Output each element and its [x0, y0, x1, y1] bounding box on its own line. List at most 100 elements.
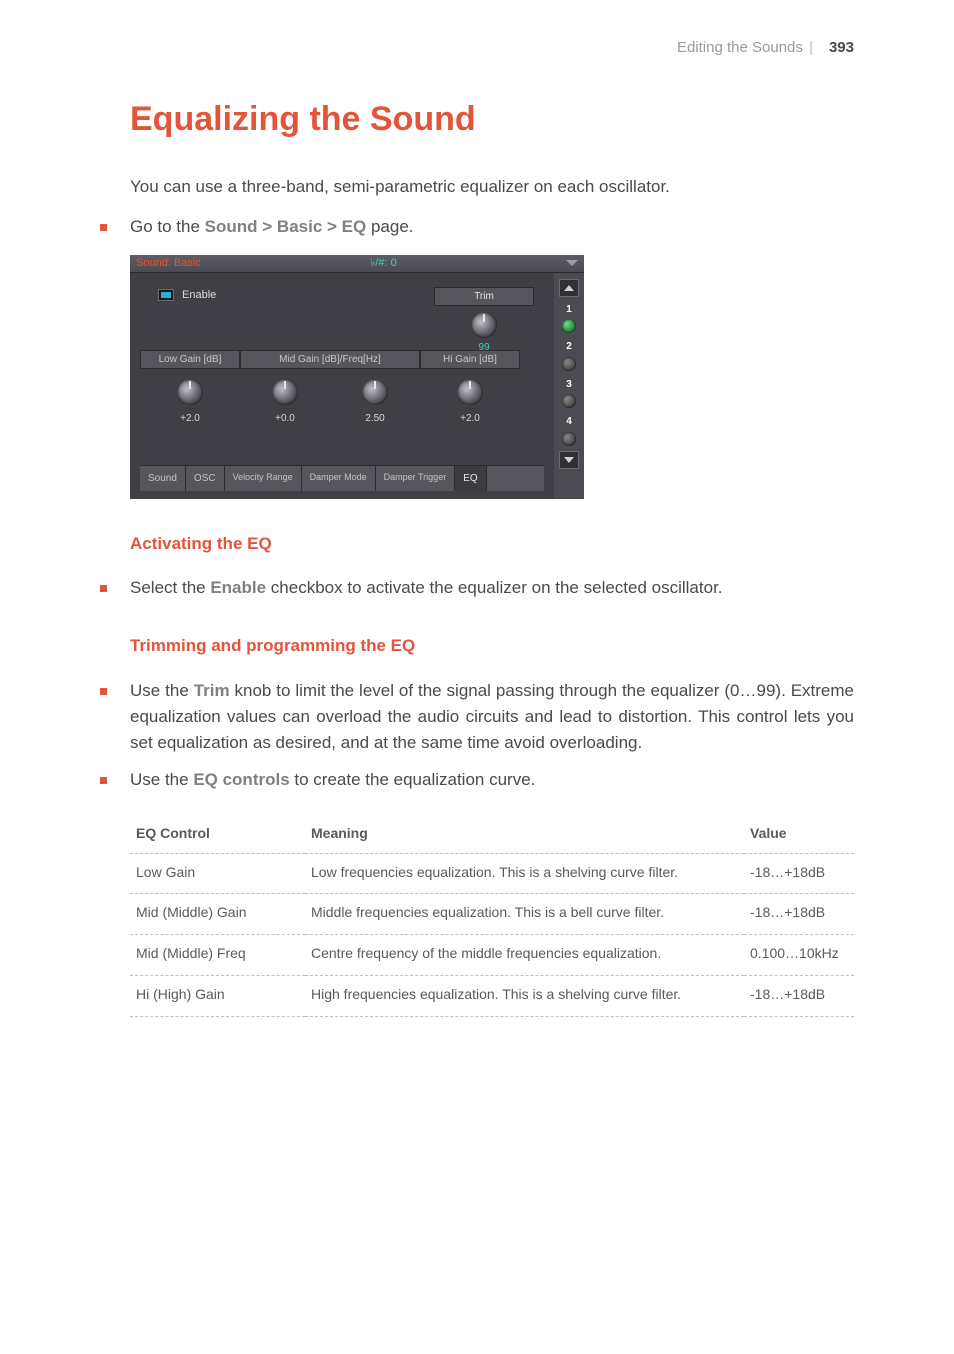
section-name: Editing the Sounds [677, 39, 803, 56]
osc-slot-4[interactable]: 4 [562, 414, 576, 446]
tab-damper-trigger[interactable]: Damper Trigger [376, 466, 456, 491]
cell-meaning: High frequencies equalization. This is a… [305, 975, 744, 1016]
th-meaning: Meaning [305, 815, 744, 853]
osc-scroll-up[interactable] [559, 279, 579, 297]
mid-col: Mid Gain [dB]/Freq[Hz] +0.0 2.50 [240, 350, 420, 427]
enable-label: Enable [182, 287, 216, 304]
osc-num-4: 4 [566, 414, 572, 430]
led-icon [562, 432, 576, 446]
cell-value: -18…+18dB [744, 894, 854, 935]
eqcontrols-bullet-text: Use the EQ controls to create the equali… [130, 767, 854, 793]
trim-bullet-text: Use the Trim knob to limit the level of … [130, 678, 854, 757]
cell-value: -18…+18dB [744, 975, 854, 1016]
hi-gain-knob[interactable] [457, 379, 483, 405]
intro-text: You can use a three-band, semi-parametri… [130, 174, 854, 200]
low-gain-header: Low Gain [dB] [140, 350, 240, 370]
th-control: EQ Control [130, 815, 305, 853]
goto-text: Go to the Sound > Basic > EQ page. [130, 214, 854, 240]
subhead-activating: Activating the EQ [130, 531, 854, 557]
trim-suffix: knob to limit the level of the signal pa… [130, 681, 854, 753]
bullet-square-icon [100, 688, 107, 695]
tab-eq[interactable]: EQ [455, 466, 486, 491]
oscillator-sidebar: 1 2 3 4 [554, 273, 584, 499]
cell-value: 0.100…10kHz [744, 935, 854, 976]
enable-prefix: Select the [130, 578, 210, 597]
cell-meaning: Low frequencies equalization. This is a … [305, 853, 744, 894]
mid-gain-value: +0.0 [250, 411, 320, 427]
osc-slot-2[interactable]: 2 [562, 339, 576, 371]
tab-velocity-range[interactable]: Velocity Range [225, 466, 302, 491]
divider-bar: | [809, 39, 813, 56]
page-title: Equalizing the Sound [130, 93, 854, 146]
enable-strong: Enable [210, 578, 266, 597]
osc-num-3: 3 [566, 377, 572, 393]
hi-gain-col: Hi Gain [dB] +2.0 [420, 350, 520, 427]
page-number: 393 [829, 39, 854, 56]
subhead-trimming: Trimming and programming the EQ [130, 633, 854, 659]
trim-strong: Trim [194, 681, 230, 700]
low-gain-knob[interactable] [177, 379, 203, 405]
cell-control: Hi (High) Gain [130, 975, 305, 1016]
mid-header: Mid Gain [dB]/Freq[Hz] [240, 350, 420, 370]
table-row: Low Gain Low frequencies equalization. T… [130, 853, 854, 894]
enable-checkbox[interactable] [158, 289, 174, 301]
trim-knob[interactable] [471, 312, 497, 338]
trim-value: 99 [434, 340, 534, 356]
trim-prefix: Use the [130, 681, 194, 700]
eqc-strong: EQ controls [193, 770, 289, 789]
led-icon [562, 357, 576, 371]
menu-dropdown-icon[interactable] [566, 260, 578, 266]
th-value: Value [744, 815, 854, 853]
tab-osc[interactable]: OSC [186, 466, 225, 491]
goto-bullet: Go to the Sound > Basic > EQ page. [100, 214, 854, 240]
mid-freq-value: 2.50 [340, 411, 410, 427]
cell-value: -18…+18dB [744, 853, 854, 894]
trim-box: Trim 99 [434, 287, 534, 356]
tab-sound[interactable]: Sound [140, 466, 186, 491]
low-gain-col: Low Gain [dB] +2.0 [140, 350, 240, 427]
osc-slot-1[interactable]: 1 [562, 302, 576, 334]
page-header: Editing the Sounds | 393 [100, 36, 854, 59]
panel-titlebar: Sound: Basic ♭/#: 0 [130, 255, 584, 273]
goto-prefix: Go to the [130, 217, 205, 236]
enable-suffix: checkbox to activate the equalizer on th… [266, 578, 722, 597]
enable-bullet-text: Select the Enable checkbox to activate t… [130, 575, 854, 601]
eq-knob-grid: Low Gain [dB] +2.0 Mid Gain [dB]/Freq[Hz… [140, 350, 544, 427]
led-icon [562, 394, 576, 408]
panel-main: Enable Trim 99 Low Gain [dB] +2.0 Mid Ga… [130, 273, 554, 499]
table-row: Mid (Middle) Freq Centre frequency of th… [130, 935, 854, 976]
tab-damper-mode[interactable]: Damper Mode [302, 466, 376, 491]
bullet-square-icon [100, 585, 107, 592]
bullet-square-icon [100, 224, 107, 231]
cell-control: Mid (Middle) Freq [130, 935, 305, 976]
eq-controls-table: EQ Control Meaning Value Low Gain Low fr… [130, 815, 854, 1016]
goto-path: Sound > Basic > EQ [205, 217, 367, 236]
bullet-square-icon [100, 777, 107, 784]
low-gain-value: +2.0 [140, 411, 240, 427]
titlebar-center: ♭/#: 0 [201, 255, 566, 272]
mid-gain-knob[interactable] [272, 379, 298, 405]
panel-tabs: Sound OSC Velocity Range Damper Mode Dam… [140, 465, 544, 491]
osc-slot-3[interactable]: 3 [562, 377, 576, 409]
cell-control: Mid (Middle) Gain [130, 894, 305, 935]
eq-panel-screenshot: Sound: Basic ♭/#: 0 Enable Trim 99 Low G… [130, 255, 584, 499]
eqcontrols-bullet: Use the EQ controls to create the equali… [100, 767, 854, 793]
enable-bullet: Select the Enable checkbox to activate t… [100, 575, 854, 601]
titlebar-left: Sound: Basic [136, 255, 201, 272]
trim-bullet: Use the Trim knob to limit the level of … [100, 678, 854, 757]
trim-label: Trim [434, 287, 534, 307]
eqc-prefix: Use the [130, 770, 193, 789]
cell-meaning: Centre frequency of the middle frequenci… [305, 935, 744, 976]
eqc-suffix: to create the equalization curve. [290, 770, 536, 789]
cell-control: Low Gain [130, 853, 305, 894]
osc-num-1: 1 [566, 302, 572, 318]
table-row: Hi (High) Gain High frequencies equaliza… [130, 975, 854, 1016]
goto-suffix: page. [366, 217, 413, 236]
osc-scroll-down[interactable] [559, 451, 579, 469]
osc-num-2: 2 [566, 339, 572, 355]
cell-meaning: Middle frequencies equalization. This is… [305, 894, 744, 935]
hi-gain-value: +2.0 [420, 411, 520, 427]
led-icon [562, 319, 576, 333]
table-row: Mid (Middle) Gain Middle frequencies equ… [130, 894, 854, 935]
mid-freq-knob[interactable] [362, 379, 388, 405]
